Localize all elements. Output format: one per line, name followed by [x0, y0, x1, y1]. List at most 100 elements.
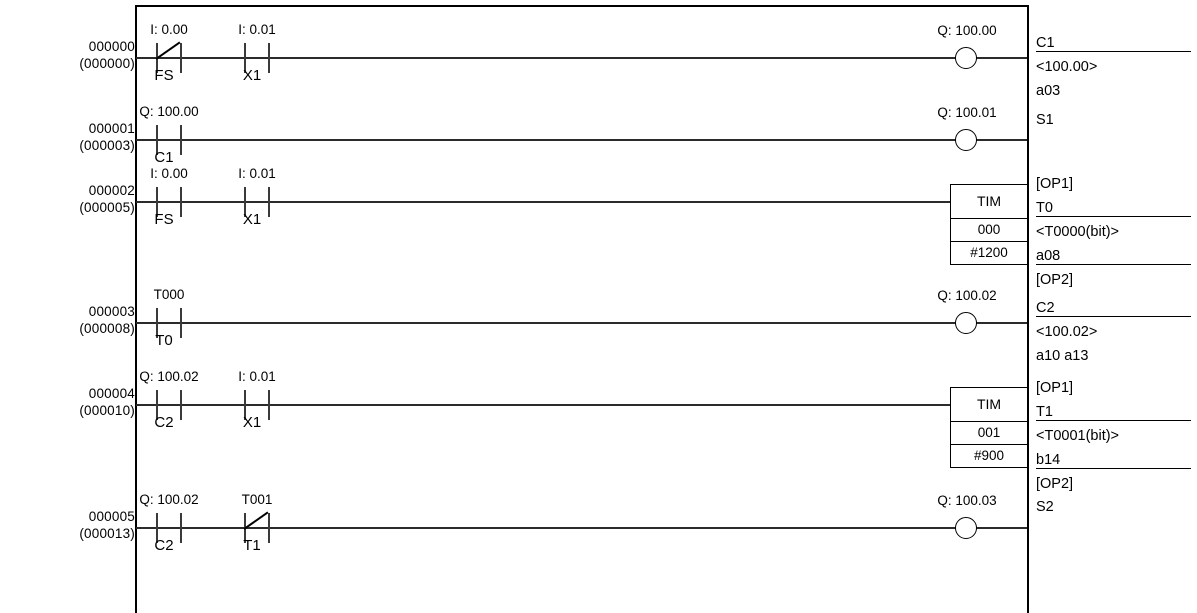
output-coil[interactable] — [955, 517, 977, 539]
ladder-diagram-canvas: 000000 (000000) I: 0.00 FS I: 0.01 X1 Q: 100.0… — [0, 0, 1197, 613]
output-coil[interactable] — [955, 47, 977, 69]
comment-line: b14 — [1036, 448, 1197, 472]
contact-address-label: I: 0.00 — [150, 22, 188, 37]
rung-wire — [136, 139, 1027, 141]
instruction-block[interactable]: TIM 000 #1200 — [950, 184, 1028, 265]
rung-step-number: 000003 — [88, 304, 135, 319]
instruction-name: TIM — [976, 396, 1002, 412]
comment-line: S1 — [1036, 108, 1197, 132]
comment-line: <100.02> — [1036, 320, 1197, 344]
rung-step-number: 000001 — [88, 121, 135, 136]
contact-right-bar — [180, 187, 182, 217]
comment-line-text: <T0000(bit)> — [1036, 224, 1120, 240]
rung-number: 000005 (000013) — [15, 508, 135, 542]
contact-address-label: I: 0.01 — [238, 22, 276, 37]
rung-address-number: (000003) — [79, 138, 135, 153]
comment-line-text: a03 — [1036, 83, 1061, 99]
comment-panel: [OP1] T0 <T0000(bit)> a08 [OP2] — [1036, 172, 1197, 292]
instruction-operand: #1200 — [951, 241, 1027, 264]
contact-symbol-label: FS — [154, 67, 174, 84]
instruction-name: TIM — [976, 193, 1002, 209]
right-power-rail — [1027, 5, 1029, 613]
contact-symbol-label: X1 — [242, 211, 262, 228]
contact-address-label: Q: 100.02 — [139, 492, 199, 507]
rung-number: 000002 (000005) — [15, 182, 135, 216]
comment-line: T1 — [1036, 400, 1197, 424]
comment-line: a03 — [1036, 79, 1197, 103]
rung-address-number: (000008) — [79, 321, 135, 336]
instruction-block[interactable]: TIM 001 #900 — [950, 387, 1028, 468]
comment-line-text: T1 — [1036, 404, 1057, 420]
comment-line: [OP2] — [1036, 268, 1197, 292]
output-coil-address-label: Q: 100.00 — [937, 23, 997, 38]
rung-step-number: 000002 — [88, 183, 135, 198]
rung-step-number: 000004 — [88, 386, 135, 401]
comment-line-text: C1 — [1036, 35, 1059, 51]
comment-line: [OP1] — [1036, 376, 1197, 400]
comment-line: [OP1] — [1036, 172, 1197, 196]
contact-address-label: T000 — [153, 287, 185, 302]
contact-symbol-label: X1 — [242, 67, 262, 84]
comment-line: C2 — [1036, 296, 1197, 320]
rung-wire — [136, 322, 1027, 324]
contact-address-label: I: 0.01 — [238, 369, 276, 384]
comment-line-text: b14 — [1036, 452, 1065, 468]
contact-right-bar — [180, 308, 182, 338]
comment-line-text: S1 — [1036, 112, 1054, 128]
instruction-operand: 001 — [951, 421, 1027, 444]
output-coil[interactable] — [955, 312, 977, 334]
comment-line: S2 — [1036, 495, 1197, 519]
comment-panel: S1 — [1036, 108, 1197, 132]
comment-panel: S2 — [1036, 495, 1197, 519]
contact-symbol-label: C1 — [154, 149, 174, 166]
rung-step-number: 000000 — [88, 39, 135, 54]
comment-line: C1 — [1036, 31, 1197, 55]
contact-address-label: Q: 100.00 — [139, 104, 199, 119]
rung-step-number: 000005 — [88, 509, 135, 524]
contact-symbol-label: FS — [154, 211, 174, 228]
contact-symbol-label: T1 — [243, 537, 261, 554]
output-coil-address-label: Q: 100.02 — [937, 288, 997, 303]
comment-line-text: T0 — [1036, 200, 1057, 216]
contact-symbol-label: X1 — [242, 414, 262, 431]
rung-number: 000000 (000000) — [15, 38, 135, 72]
comment-line-text: <100.02> — [1036, 324, 1098, 340]
output-coil[interactable] — [955, 129, 977, 151]
rung-address-number: (000013) — [79, 526, 135, 541]
comment-line-text: [OP1] — [1036, 176, 1074, 192]
comment-line-text: [OP1] — [1036, 380, 1074, 396]
comment-line-text: a08 — [1036, 248, 1065, 264]
comment-line: a10 a13 — [1036, 344, 1197, 368]
contact-address-label: Q: 100.02 — [139, 369, 199, 384]
rung-number: 000004 (000010) — [15, 385, 135, 419]
comment-line-text: <T0001(bit)> — [1036, 428, 1120, 444]
comment-line: a08 — [1036, 244, 1197, 268]
contact-right-bar — [268, 43, 270, 73]
rung-address-number: (000010) — [79, 403, 135, 418]
comment-panel: C2 <100.02> a10 a13 — [1036, 296, 1197, 368]
comment-line: [OP2] — [1036, 472, 1197, 496]
comment-line-text: C2 — [1036, 300, 1059, 316]
left-power-rail — [135, 5, 137, 613]
contact-symbol-label: T0 — [155, 332, 173, 349]
rung-address-number: (000000) — [79, 56, 135, 71]
contact-right-bar — [268, 390, 270, 420]
contact-symbol-label: C2 — [154, 537, 174, 554]
contact-right-bar — [180, 390, 182, 420]
contact-right-bar — [180, 125, 182, 155]
output-coil-address-label: Q: 100.03 — [937, 493, 997, 508]
contact-right-bar — [180, 513, 182, 543]
comment-line: T0 — [1036, 196, 1197, 220]
comment-line-text: [OP2] — [1036, 476, 1074, 492]
contact-symbol-label: C2 — [154, 414, 174, 431]
comment-line-text: <100.00> — [1036, 59, 1098, 75]
comment-panel: C1 <100.00> a03 — [1036, 31, 1197, 103]
comment-line: <100.00> — [1036, 55, 1197, 79]
contact-right-bar — [268, 187, 270, 217]
contact-address-label: I: 0.00 — [150, 166, 188, 181]
contact-address-label: I: 0.01 — [238, 166, 276, 181]
comment-panel: [OP1] T1 <T0001(bit)> b14 [OP2] — [1036, 376, 1197, 496]
instruction-operand: #900 — [951, 444, 1027, 467]
instruction-operand: 000 — [951, 218, 1027, 241]
output-coil-address-label: Q: 100.01 — [937, 105, 997, 120]
